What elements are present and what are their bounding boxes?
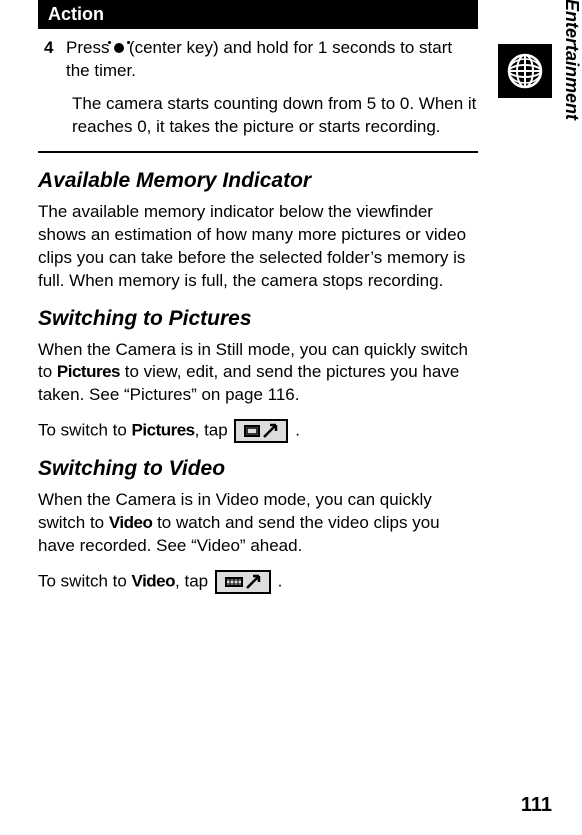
action-header-text: Action — [48, 4, 104, 24]
step-4: 4 Press (center key) and hold for 1 seco… — [38, 37, 478, 83]
body-switching-video: When the Camera is in Video mode, you ca… — [38, 489, 478, 558]
pictures-switch-post: . — [295, 421, 300, 440]
center-key-icon — [114, 37, 124, 60]
step-text: Press (center key) and hold for 1 second… — [66, 37, 478, 83]
heading-memory-indicator: Available Memory Indicator — [38, 169, 478, 193]
action-header-bar: Action — [38, 0, 478, 29]
switch-pictures-line: To switch to Pictures, tap . — [38, 419, 478, 443]
body-switching-pictures: When the Camera is in Still mode, you ca… — [38, 339, 478, 408]
globe-icon — [498, 44, 552, 98]
page: Draft Action 4 Press (center key) and ho… — [0, 0, 582, 835]
page-number: 111 — [521, 794, 552, 817]
video-switch-mid: , tap — [175, 572, 213, 591]
step-text-pre: Press — [66, 38, 114, 57]
video-switch-post: . — [278, 572, 283, 591]
switch-video-line: To switch to Video, tap . — [38, 570, 478, 594]
divider-rule — [38, 151, 478, 153]
body-memory-indicator: The available memory indicator below the… — [38, 201, 478, 293]
video-switch-pre: To switch to — [38, 572, 132, 591]
heading-switching-video: Switching to Video — [38, 457, 478, 481]
video-bold-1: Video — [109, 513, 152, 532]
pictures-bold-2: Pictures — [132, 421, 195, 440]
side-section-label: News and Entertainment — [561, 0, 582, 120]
pictures-switch-icon — [234, 419, 288, 443]
heading-switching-pictures: Switching to Pictures — [38, 307, 478, 331]
video-switch-icon — [215, 570, 271, 594]
video-bold-2: Video — [132, 572, 175, 591]
pictures-switch-pre: To switch to — [38, 421, 132, 440]
step-4-subtext: The camera starts counting down from 5 t… — [72, 93, 478, 139]
pictures-bold-1: Pictures — [57, 362, 120, 381]
main-content: Action 4 Press (center key) and hold for… — [38, 0, 478, 606]
step-number: 4 — [38, 37, 66, 83]
pictures-switch-mid: , tap — [195, 421, 233, 440]
